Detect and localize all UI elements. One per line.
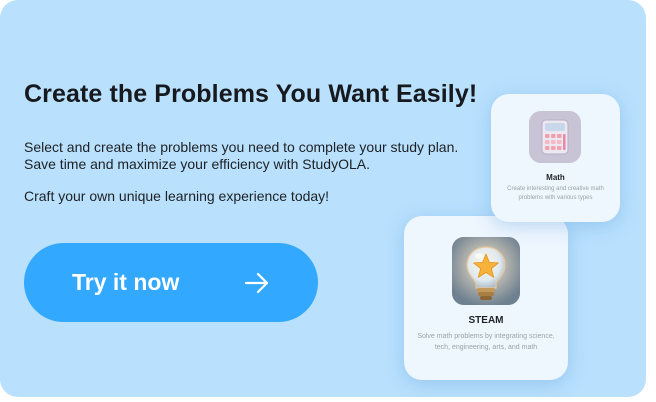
promo-banner: Create the Problems You Want Easily! Sel… bbox=[0, 0, 646, 397]
math-card[interactable]: Math Create interesting and creative mat… bbox=[491, 94, 620, 222]
banner-description: Select and create the problems you need … bbox=[24, 139, 464, 205]
description-line: Save time and maximize your efficiency w… bbox=[24, 155, 371, 172]
calculator-icon bbox=[529, 111, 581, 163]
description-line: Craft your own unique learning experienc… bbox=[24, 188, 330, 204]
arrow-right-icon bbox=[244, 272, 269, 293]
try-it-now-button[interactable]: Try it now bbox=[24, 243, 318, 322]
steam-card[interactable]: STEAM Solve math problems by integrating… bbox=[404, 216, 568, 380]
banner-headline: Create the Problems You Want Easily! bbox=[24, 80, 478, 108]
card-description: Solve math problems by integrating scien… bbox=[417, 333, 555, 351]
card-title: Math bbox=[546, 173, 565, 182]
lightbulb-star-icon bbox=[452, 237, 520, 305]
cta-label: Try it now bbox=[72, 269, 180, 295]
card-description: Create interesting and creative math pro… bbox=[507, 186, 604, 202]
card-title: STEAM bbox=[468, 315, 504, 326]
description-line: Select and create the problems you need … bbox=[24, 139, 459, 155]
